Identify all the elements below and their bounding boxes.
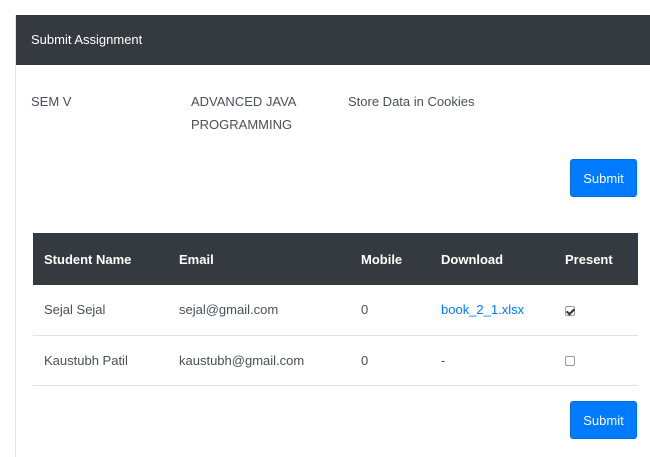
col-student-name: Student Name (44, 251, 132, 267)
bottom-submit-button[interactable]: Submit (570, 401, 637, 439)
card-title: Submit Assignment (31, 32, 143, 47)
mobile-cell: 0 (361, 352, 369, 368)
download-cell: book_2_1.xlsx (430, 285, 554, 335)
col-present: Present (565, 251, 613, 267)
present-cell (554, 285, 638, 335)
student-name-cell: Sejal Sejal (44, 302, 106, 318)
table-header-row: Student Name Email Mobile Download Prese… (33, 233, 638, 285)
email-cell: sejal@gmail.com (179, 302, 279, 318)
present-checkbox[interactable] (565, 356, 575, 367)
email-cell: kaustubh@gmail.com (179, 352, 305, 368)
present-cell (554, 335, 638, 385)
mobile-cell: 0 (361, 302, 369, 318)
table-row: Sejal Sejal sejal@gmail.com 0 book_2_1.x… (33, 285, 638, 335)
col-download: Download (441, 251, 504, 267)
semester-label: SEM V (31, 94, 72, 109)
student-name-cell: Kaustubh Patil (44, 352, 128, 368)
col-mobile: Mobile (361, 251, 403, 267)
subject-label: ADVANCED JAVA PROGRAMMING (191, 94, 296, 132)
table-row: Kaustubh Patil kaustubh@gmail.com 0 - (33, 335, 638, 385)
present-checkbox[interactable] (565, 305, 575, 316)
submit-assignment-card: Submit Assignment SEM V ADVANCED JAVA PR… (15, 15, 650, 457)
col-email: Email (179, 251, 214, 267)
download-link[interactable]: book_2_1.xlsx (441, 302, 524, 317)
download-cell: - (441, 352, 446, 368)
assignment-title: Store Data in Cookies (348, 94, 475, 109)
top-submit-button[interactable]: Submit (570, 159, 637, 197)
students-table: Student Name Email Mobile Download Prese… (33, 233, 638, 386)
card-header: Submit Assignment (16, 15, 650, 65)
